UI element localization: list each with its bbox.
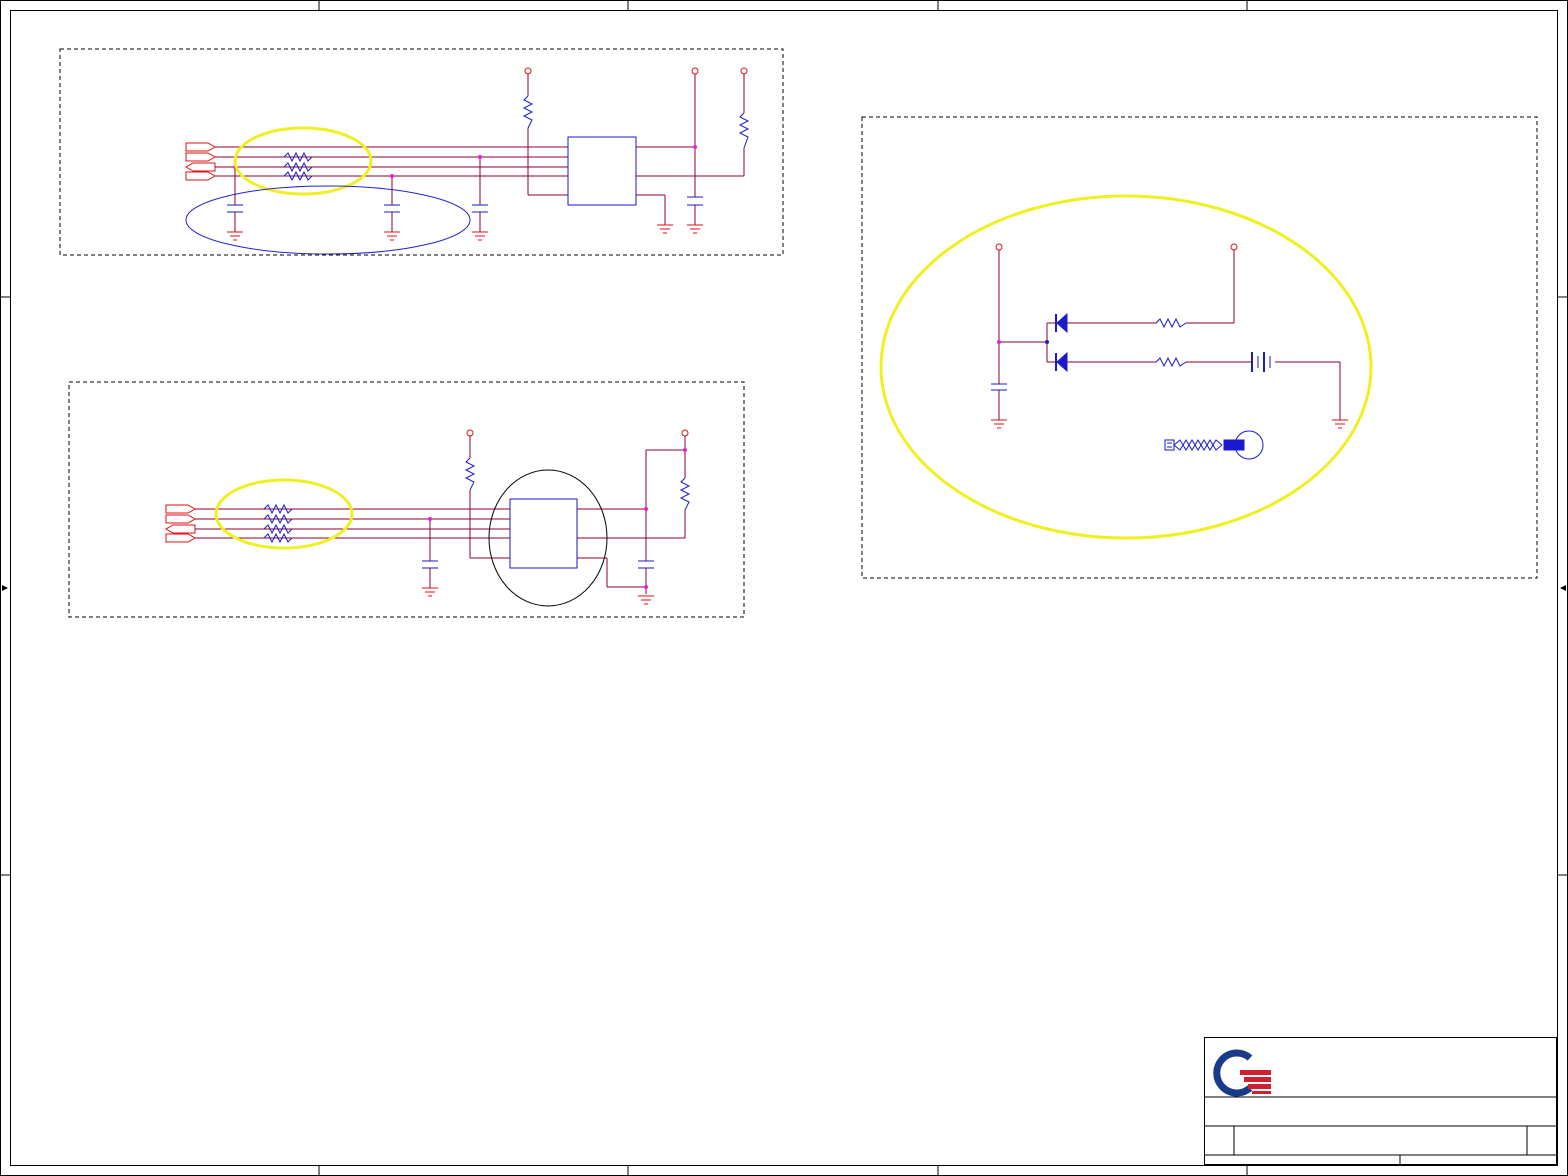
resistor-symbol [679,477,691,511]
ic-chip [509,498,578,569]
ground-symbol [991,419,1348,429]
resistor-symbol [1155,317,1187,368]
resistor-symbol [738,112,750,149]
power-port [995,243,1238,251]
resistor-symbol [263,503,293,544]
highlight-ellipse-yellow [879,194,1373,540]
zone-arrow-right [1560,585,1566,591]
battery-holder-icon [1164,430,1264,460]
diode-symbol [1055,312,1068,373]
resistor-symbol [464,457,476,491]
power-port [466,429,689,437]
signal-wires [998,250,1341,420]
ground-symbol [227,224,703,241]
offpage-connector [164,504,197,543]
signal-wires [215,74,745,225]
battery-symbol [1251,352,1271,372]
capacitor-symbol [991,383,1007,391]
schematic-sheet [0,0,1568,1176]
circuit-block-3 [861,116,1538,579]
highlight-ellipse-yellow [233,126,373,196]
circuit-block-1 [59,48,784,256]
resistor-symbol [522,95,534,129]
zone-arrow-left [2,585,8,591]
offpage-connector [184,142,217,181]
ground-symbol [422,587,654,605]
company-logo [1213,1049,1271,1097]
highlight-ellipse-blue [185,185,471,255]
ic-chip [567,136,637,206]
power-port [524,67,748,75]
capacitor-symbol [422,560,654,569]
junction-dot [233,145,697,178]
title-block [1204,1037,1557,1165]
circuit-block-2 [68,381,745,618]
